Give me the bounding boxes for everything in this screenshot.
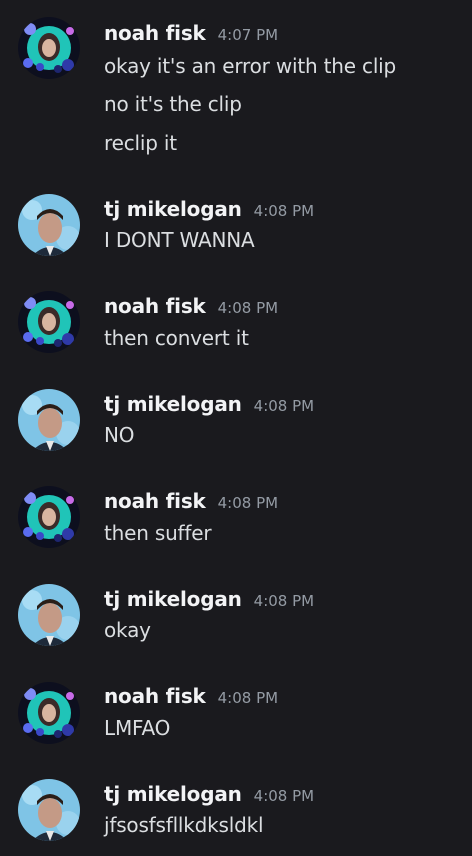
timestamp: 4:07 PM	[217, 26, 279, 44]
message-text: then suffer	[104, 521, 212, 545]
author-name[interactable]: tj mikelogan	[104, 782, 242, 806]
timestamp: 4:08 PM	[253, 787, 315, 805]
message-header: tj mikelogan 4:08 PM	[104, 587, 314, 613]
user-avatar[interactable]	[18, 486, 80, 548]
author-name[interactable]: tj mikelogan	[104, 392, 242, 416]
message-header: tj mikelogan 4:08 PM	[104, 392, 314, 418]
timestamp: 4:08 PM	[253, 397, 315, 415]
message-text: reclip it	[104, 131, 177, 155]
message-text: okay it's an error with the clip	[104, 54, 397, 78]
user-avatar[interactable]	[18, 682, 80, 744]
author-name[interactable]: noah fisk	[104, 489, 206, 513]
message-header: noah fisk 4:07 PM	[104, 21, 278, 47]
message-header: tj mikelogan 4:08 PM	[104, 197, 314, 223]
message-text: LMFAO	[104, 716, 171, 740]
user-avatar[interactable]	[18, 389, 80, 451]
message-header: noah fisk 4:08 PM	[104, 489, 278, 515]
author-name[interactable]: noah fisk	[104, 21, 206, 45]
user-avatar[interactable]	[18, 194, 80, 256]
timestamp: 4:08 PM	[217, 689, 279, 707]
author-name[interactable]: noah fisk	[104, 294, 206, 318]
user-avatar[interactable]	[18, 17, 80, 79]
user-avatar[interactable]	[18, 779, 80, 841]
timestamp: 4:08 PM	[217, 494, 279, 512]
message-text: okay	[104, 618, 151, 642]
message-text: then convert it	[104, 326, 249, 350]
chat-messages: noah fisk 4:07 PM okay it's an error wit…	[0, 0, 472, 856]
user-avatar[interactable]	[18, 291, 80, 353]
timestamp: 4:08 PM	[253, 592, 315, 610]
timestamp: 4:08 PM	[253, 202, 315, 220]
author-name[interactable]: tj mikelogan	[104, 587, 242, 611]
author-name[interactable]: noah fisk	[104, 684, 206, 708]
message-header: noah fisk 4:08 PM	[104, 294, 278, 320]
timestamp: 4:08 PM	[217, 299, 279, 317]
message-header: noah fisk 4:08 PM	[104, 684, 278, 710]
message-text: I DONT WANNA	[104, 228, 255, 252]
author-name[interactable]: tj mikelogan	[104, 197, 242, 221]
message-text: jfsosfsfllkdksldkl	[104, 813, 264, 837]
user-avatar[interactable]	[18, 584, 80, 646]
message-header: tj mikelogan 4:08 PM	[104, 782, 314, 808]
message-text: no it's the clip	[104, 92, 242, 116]
message-text: NO	[104, 423, 135, 447]
